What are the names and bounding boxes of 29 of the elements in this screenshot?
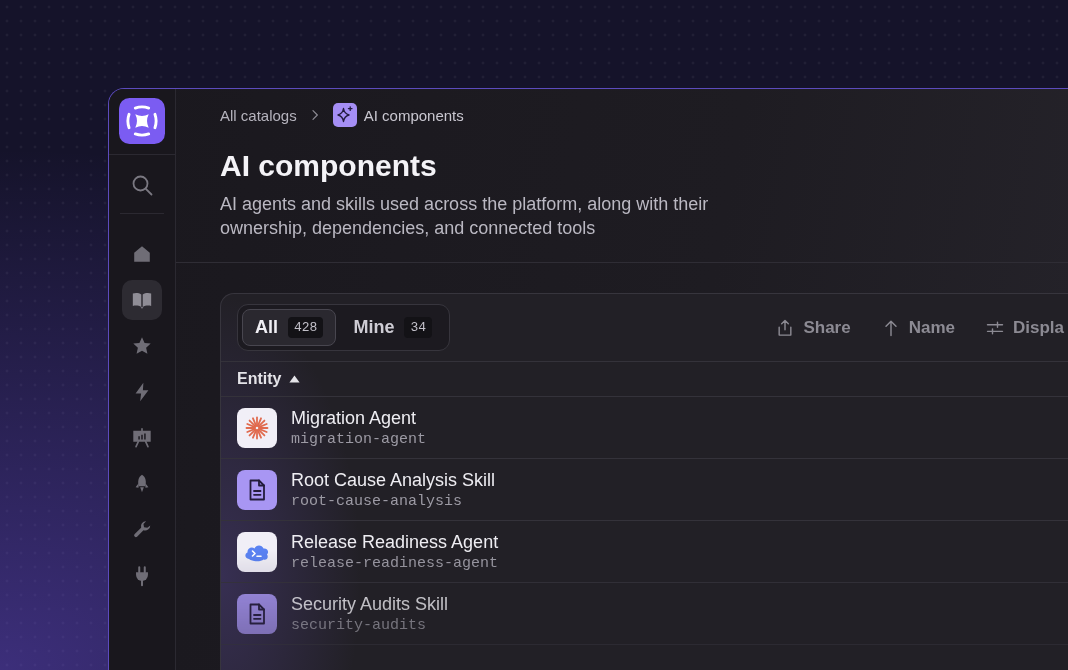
- breadcrumb-current: AI components: [363, 106, 464, 124]
- display-button[interactable]: Displa: [984, 313, 1064, 342]
- page-description: AI agents and skills used across the platform, along with their ownership, dependencies, and connected tools: [220, 192, 710, 240]
- search-icon[interactable]: [130, 173, 154, 197]
- share-button[interactable]: Share: [775, 313, 851, 342]
- burst-icon: [237, 407, 277, 448]
- page-title: AI components: [220, 149, 437, 184]
- filter-tab[interactable]: Mine 34: [340, 309, 446, 347]
- count-badge: 428: [288, 317, 324, 339]
- document-icon: [237, 593, 277, 634]
- entity-slug: release-readiness-agent: [291, 554, 499, 572]
- document-icon: [237, 469, 277, 510]
- logo-icon: [119, 98, 165, 144]
- sparkle-icon: [332, 103, 357, 127]
- entity-name[interactable]: Root Cause Analysis Skill: [291, 469, 496, 491]
- cloud-terminal-icon: [237, 531, 277, 572]
- entity-slug: migration-agent: [291, 430, 427, 448]
- count-badge: 34: [404, 317, 433, 339]
- filter-tab[interactable]: All 428: [242, 309, 337, 347]
- entity-name[interactable]: Release Readiness Agent: [291, 531, 499, 553]
- sort-button[interactable]: Name: [880, 313, 955, 342]
- nav-item[interactable]: [122, 280, 162, 320]
- presentation-icon: [131, 427, 153, 449]
- entity-slug: root-cause-analysis: [291, 492, 463, 510]
- breadcrumb-link[interactable]: All catalogs: [220, 106, 297, 124]
- entity-slug: security-audits: [291, 616, 427, 634]
- column-header[interactable]: Entity: [237, 370, 301, 389]
- entity-name[interactable]: Migration Agent: [291, 407, 417, 429]
- entity-name[interactable]: Security Audits Skill: [291, 593, 449, 615]
